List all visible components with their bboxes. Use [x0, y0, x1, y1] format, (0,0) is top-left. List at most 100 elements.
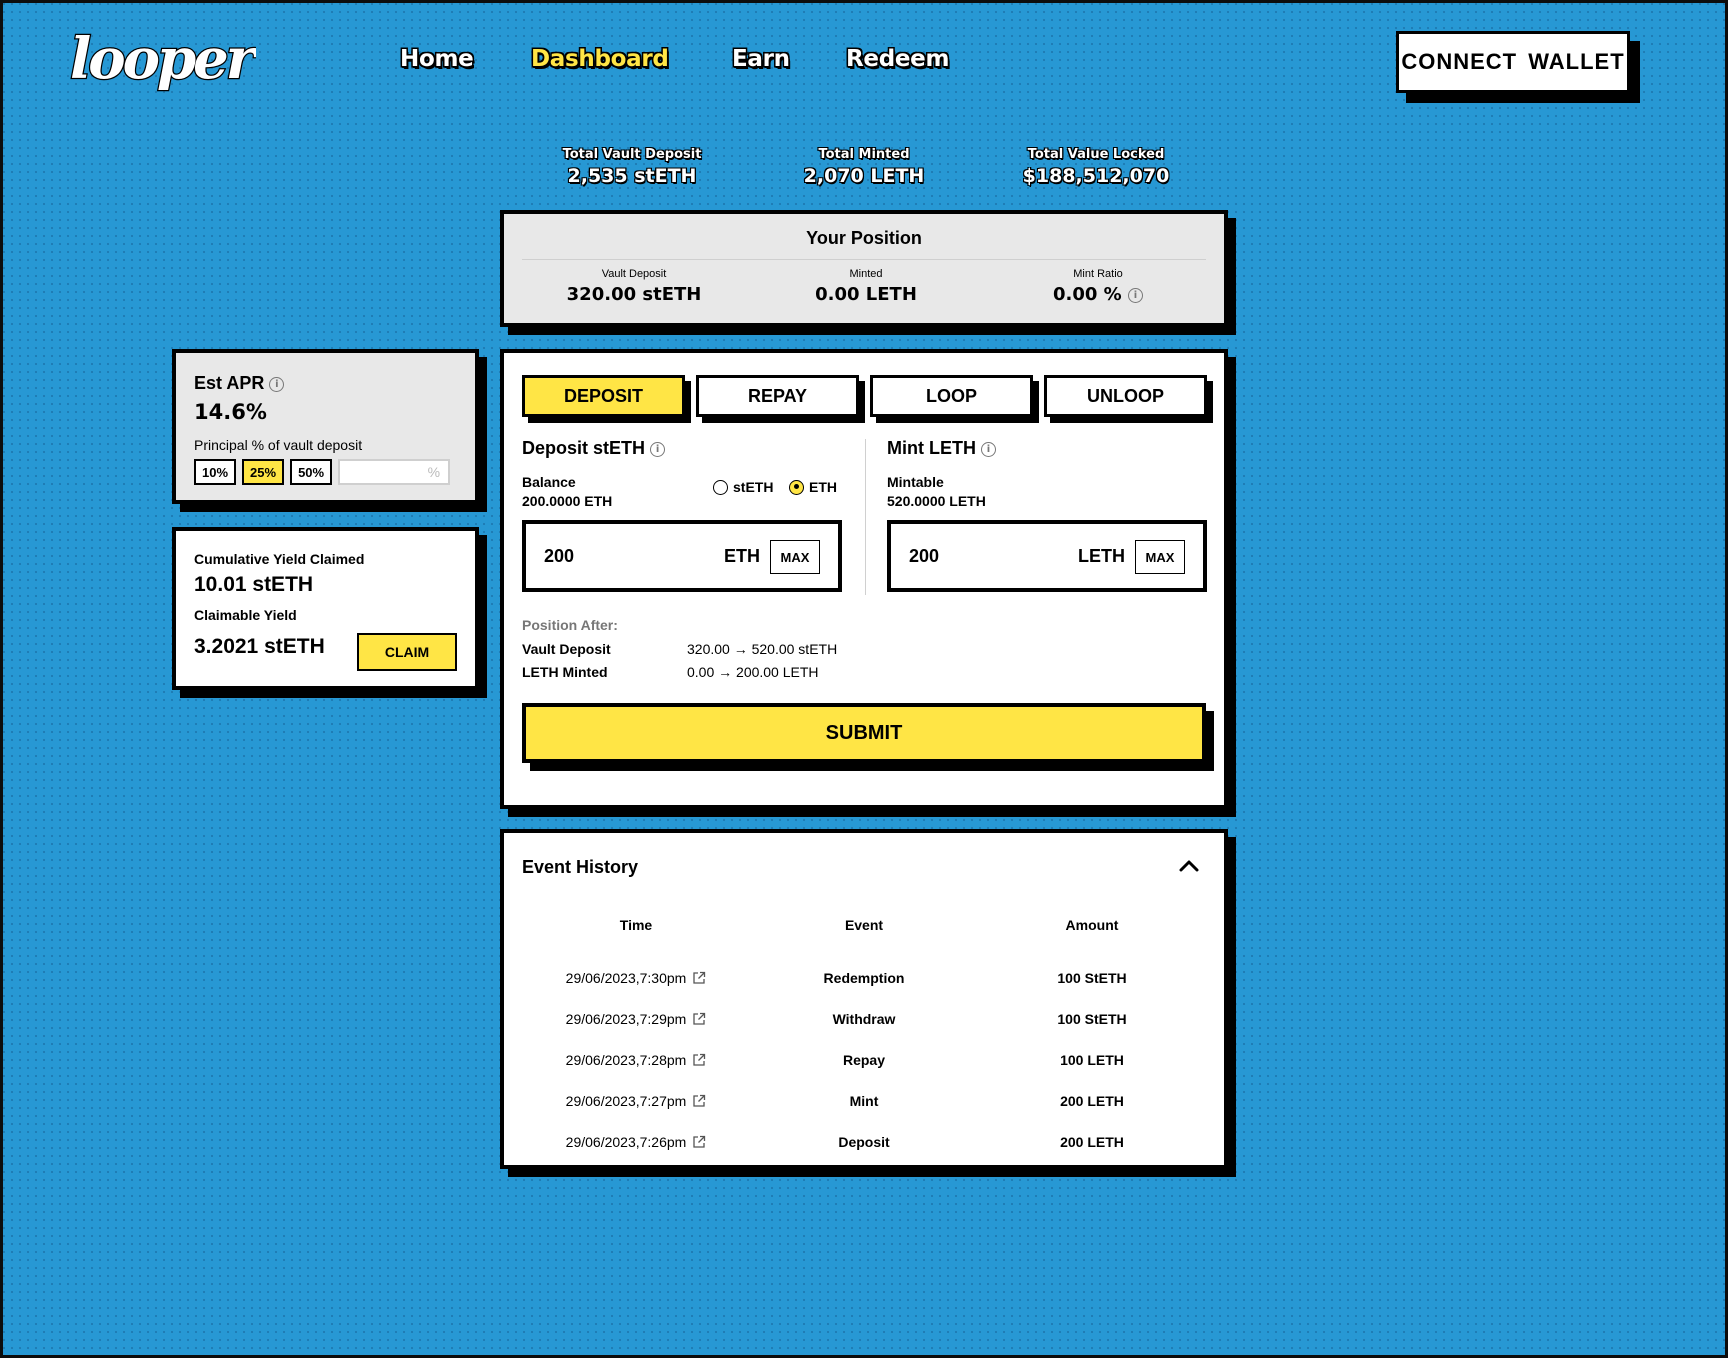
nav-dashboard[interactable]: Dashboard	[531, 46, 669, 72]
radio-steth[interactable]: stETH	[713, 479, 773, 495]
event-amount: 100 LETH	[1060, 1051, 1124, 1068]
event-time: 29/06/2023,7:29pm	[565, 1010, 687, 1027]
mint-max-button[interactable]: MAX	[1135, 540, 1185, 574]
position-value: 320.00 stETH	[566, 284, 702, 305]
est-apr-panel: Est APR i 14.6% Principal % of vault dep…	[172, 349, 479, 504]
connect-wallet-button[interactable]: CONNECT WALLET	[1396, 31, 1630, 93]
mintable-value: 520.0000 LETH	[887, 493, 986, 509]
info-icon[interactable]: i	[1128, 287, 1143, 303]
radio-eth[interactable]: ETH	[789, 479, 837, 495]
event-time-cell: 29/06/2023,7:26pm	[522, 1121, 750, 1162]
external-link-icon[interactable]	[692, 1053, 706, 1067]
claim-button[interactable]: CLAIM	[357, 633, 457, 671]
stat-label: Total Vault Deposit	[562, 147, 702, 162]
tab-unloop[interactable]: UNLOOP	[1044, 375, 1207, 417]
table-row: 29/06/2023,7:29pm Withdraw 100 StETH	[522, 998, 1206, 1039]
tab-repay[interactable]: REPAY	[696, 375, 859, 417]
column-header-time: Time	[619, 917, 653, 933]
tab-deposit[interactable]: DEPOSIT	[522, 375, 685, 417]
deposit-unit: ETH	[724, 546, 760, 566]
event-time-cell: 29/06/2023,7:29pm	[522, 998, 750, 1039]
mint-title-text: Mint LETH	[887, 438, 976, 458]
event-name: Withdraw	[832, 1010, 896, 1027]
radio-eth-dot[interactable]	[789, 479, 804, 495]
event-amount: 100 StETH	[1057, 1010, 1127, 1027]
custom-percent-input[interactable]: %	[338, 459, 451, 485]
position-mint-ratio: Mint Ratio 0.00 % i	[988, 268, 1208, 305]
chevron-up-icon[interactable]	[1176, 853, 1202, 879]
cumulative-yield-value: 10.01 stETH	[194, 573, 314, 596]
principal-percent-options: 10% 25% 50% %	[194, 459, 457, 485]
tab-loop[interactable]: LOOP	[870, 375, 1033, 417]
position-after-minted-value: 0.00 → 200.00 LETH	[687, 664, 819, 680]
position-label: Mint Ratio	[1073, 268, 1123, 280]
position-title: Your Position	[806, 228, 922, 248]
stat-total-minted: Total Minted 2,070 LETH	[759, 147, 969, 187]
event-time: 29/06/2023,7:27pm	[565, 1092, 687, 1109]
radio-steth-label: stETH	[733, 479, 774, 495]
column-divider	[865, 439, 866, 595]
position-label: Vault Deposit	[601, 268, 667, 280]
external-link-icon[interactable]	[692, 1012, 706, 1026]
position-value: 0.00 % i	[988, 284, 1208, 305]
percent-10-button[interactable]: 10%	[194, 459, 237, 485]
mint-amount-input[interactable]: 200	[909, 546, 939, 567]
stat-value: 2,070 LETH	[803, 165, 925, 187]
info-icon[interactable]: i	[650, 441, 666, 457]
nav-home[interactable]: Home	[400, 46, 474, 72]
position-label: Minted	[849, 268, 883, 280]
stat-value: 2,535 stETH	[567, 165, 697, 187]
percent-50-button[interactable]: 50%	[290, 459, 333, 485]
apr-subtitle: Principal % of vault deposit	[194, 437, 363, 453]
radio-steth-dot[interactable]	[713, 479, 728, 495]
event-name: Deposit	[838, 1133, 890, 1150]
stat-value: $188,512,070	[1022, 165, 1170, 187]
mint-amount-field[interactable]: 200 LETH MAX	[887, 520, 1207, 592]
position-divider	[522, 259, 1206, 260]
stat-label: Total Minted	[818, 147, 910, 162]
deposit-amount-field[interactable]: 200 ETH MAX	[522, 520, 842, 592]
event-time: 29/06/2023,7:28pm	[565, 1051, 687, 1068]
event-time: 29/06/2023,7:26pm	[565, 1133, 687, 1150]
mint-unit: LETH	[1078, 546, 1125, 566]
yield-panel: Cumulative Yield Claimed 10.01 stETH Cla…	[172, 527, 479, 690]
external-link-icon[interactable]	[692, 1135, 706, 1149]
deposit-max-button[interactable]: MAX	[770, 540, 820, 574]
apr-title-text: Est APR	[194, 373, 265, 393]
event-name: Redemption	[823, 969, 905, 986]
table-row: 29/06/2023,7:27pm Mint 200 LETH	[522, 1080, 1206, 1121]
looper-logo[interactable]: looper	[66, 26, 256, 106]
external-link-icon[interactable]	[692, 1094, 706, 1108]
table-row: 29/06/2023,7:30pm Redemption 100 StETH	[522, 957, 1206, 998]
event-history-table: Time Event Amount 29/06/2023,7:30pm Rede…	[522, 913, 1206, 1162]
external-link-icon[interactable]	[692, 971, 706, 985]
nav-earn[interactable]: Earn	[732, 46, 790, 72]
deposit-title: Deposit stETH i	[522, 438, 666, 459]
mintable-label: Mintable	[887, 474, 944, 490]
event-amount: 200 LETH	[1060, 1133, 1124, 1150]
stat-total-vault-deposit: Total Vault Deposit 2,535 stETH	[527, 147, 737, 187]
deposit-amount-input[interactable]: 200	[544, 546, 574, 567]
nav-redeem[interactable]: Redeem	[846, 46, 949, 72]
your-position-panel: Your Position Vault Deposit 320.00 stETH…	[500, 210, 1228, 327]
position-after-title: Position After:	[522, 617, 618, 633]
position-vault-deposit: Vault Deposit 320.00 stETH	[524, 268, 744, 305]
submit-button[interactable]: SUBMIT	[522, 703, 1206, 763]
info-icon[interactable]: i	[269, 376, 285, 392]
action-panel: DEPOSIT REPAY LOOP UNLOOP Deposit stETH …	[500, 349, 1228, 809]
event-name: Repay	[842, 1051, 886, 1068]
event-amount: 200 LETH	[1060, 1092, 1124, 1109]
radio-eth-label: ETH	[809, 479, 837, 495]
percent-25-button[interactable]: 25%	[242, 459, 285, 485]
stat-label: Total Value Locked	[1027, 147, 1165, 162]
mint-title: Mint LETH i	[887, 438, 996, 459]
stat-total-value-locked: Total Value Locked $188,512,070	[991, 147, 1201, 187]
mint-ratio-value: 0.00 %	[1053, 284, 1122, 305]
event-history-panel: Event History Time Event Amount 29/06/20…	[500, 829, 1228, 1169]
event-time-cell: 29/06/2023,7:30pm	[522, 957, 750, 998]
info-icon[interactable]: i	[981, 441, 996, 457]
percent-suffix: %	[427, 464, 441, 480]
event-time: 29/06/2023,7:30pm	[565, 969, 687, 986]
column-header-event: Event	[844, 917, 884, 933]
position-after-vault-value: 320.00 → 520.00 stETH	[687, 641, 838, 657]
